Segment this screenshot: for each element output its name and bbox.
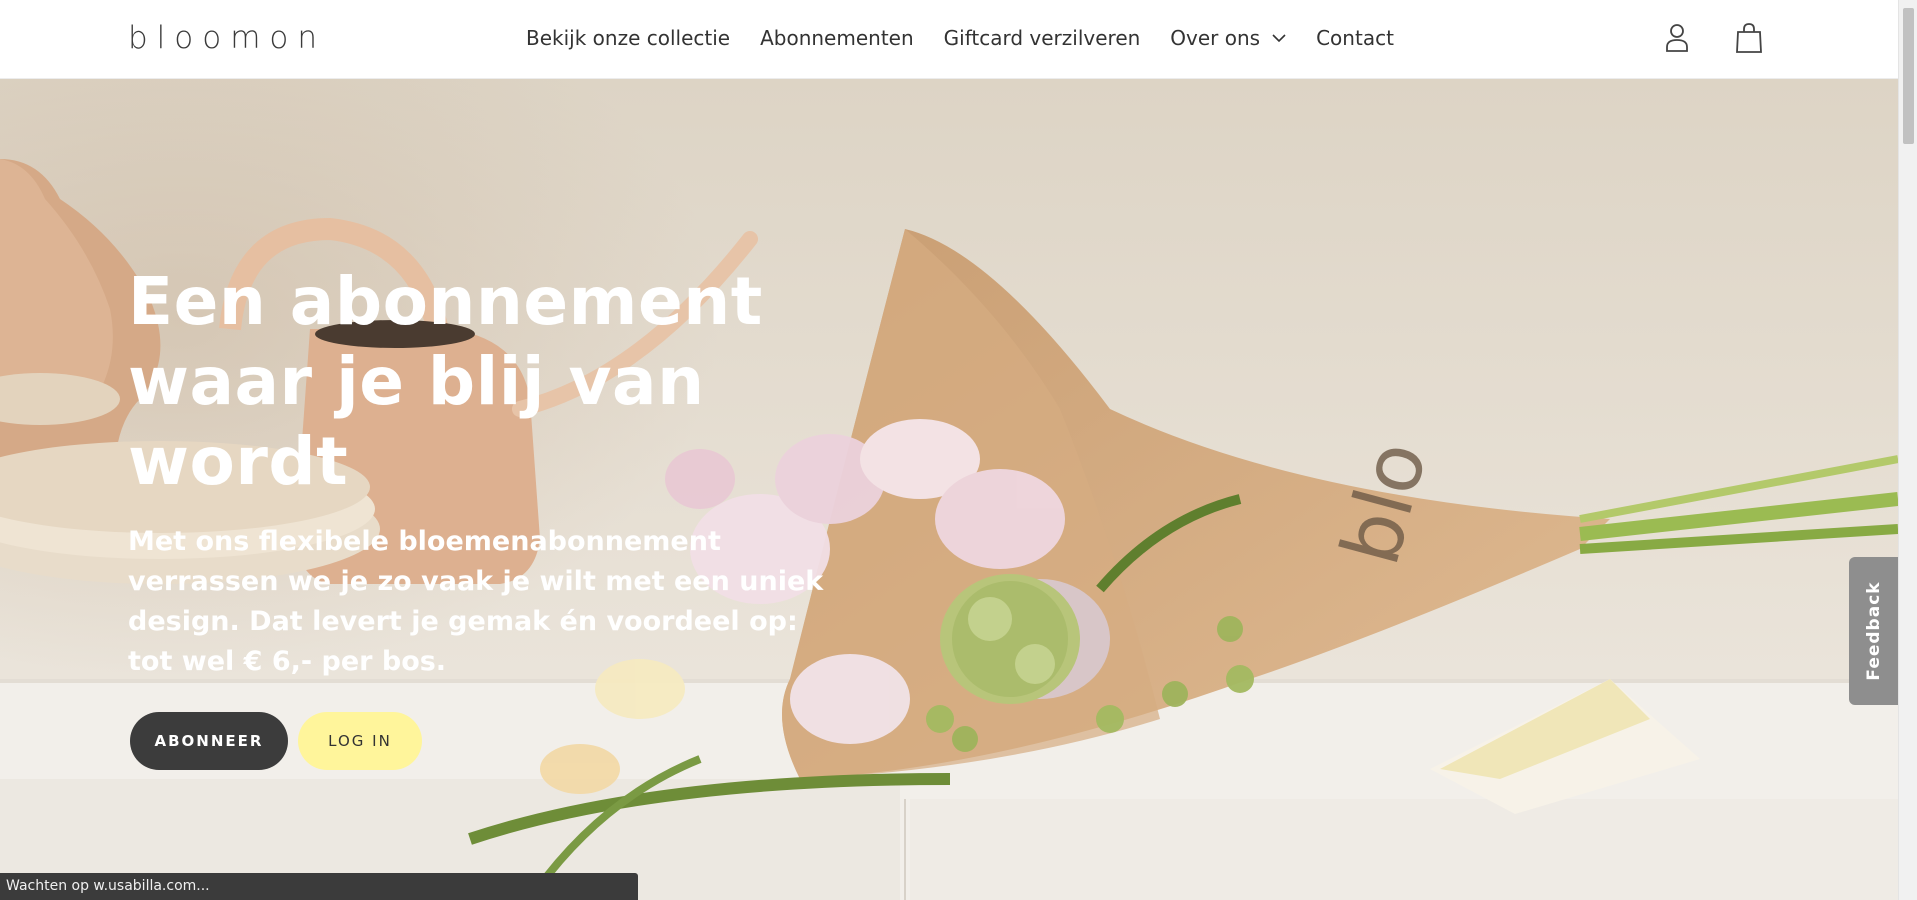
main-nav: Bekijk onze collectie Abonnementen Giftc… <box>526 26 1394 50</box>
feedback-label: Feedback <box>1863 581 1884 681</box>
nav-about-us[interactable]: Over ons <box>1170 26 1286 50</box>
nav-collection[interactable]: Bekijk onze collectie <box>526 26 730 50</box>
subscribe-button[interactable]: ABONNEER <box>130 712 288 770</box>
feedback-tab[interactable]: Feedback <box>1849 557 1898 705</box>
hero-section: blo Een abonnement waar je blij van word… <box>0 79 1898 900</box>
hero-title: Een abonnement waar je blij van wordt <box>128 263 763 500</box>
page-scrollbar[interactable] <box>1898 0 1917 900</box>
browser-status-bar: Wachten op w.usabilla.com... <box>0 873 638 900</box>
nav-subscriptions[interactable]: Abonnementen <box>760 26 914 50</box>
header-icons <box>1664 22 1762 54</box>
nav-redeem-giftcard[interactable]: Giftcard verzilveren <box>944 26 1141 50</box>
scrollbar-thumb[interactable] <box>1903 8 1914 144</box>
hero-subtitle: Met ons flexibele bloemenabonnement verr… <box>128 526 824 677</box>
login-button[interactable]: LOG IN <box>298 712 422 770</box>
shopping-bag-icon[interactable] <box>1736 22 1762 54</box>
nav-contact[interactable]: Contact <box>1316 26 1394 50</box>
bloomon-logo[interactable]: bloomon <box>128 20 326 56</box>
account-icon[interactable] <box>1664 22 1690 54</box>
site-header: bloomon Bekijk onze collectie Abonnement… <box>0 0 1898 79</box>
chevron-down-icon <box>1272 34 1286 43</box>
nav-about-us-label: Over ons <box>1170 26 1261 50</box>
